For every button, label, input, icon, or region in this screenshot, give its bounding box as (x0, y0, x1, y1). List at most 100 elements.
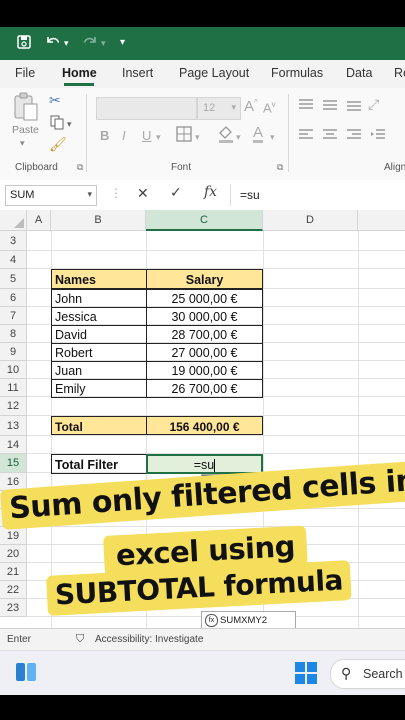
name-cell[interactable]: Jessica (51, 307, 147, 326)
name-cell[interactable]: Robert (51, 343, 147, 362)
column-header-d[interactable]: D (263, 210, 358, 231)
row-header[interactable]: 6 (0, 289, 27, 307)
borders-icon[interactable] (176, 126, 192, 145)
row-header[interactable]: 3 (0, 231, 27, 251)
row-header[interactable]: 12 (0, 397, 27, 416)
salary-cell[interactable]: 30 000,00 € (146, 307, 263, 326)
redo-dropdown-icon[interactable]: ▾ (101, 38, 106, 49)
customize-quick-access-icon[interactable]: ▾ (120, 37, 125, 48)
autocomplete-item[interactable]: fx SUMXMY2 (201, 611, 296, 628)
taskbar-search[interactable]: ⚲ Search (330, 659, 405, 689)
tab-formulas[interactable]: Formulas (271, 66, 323, 80)
paste-icon[interactable] (12, 92, 40, 125)
row-header[interactable]: 9 (0, 343, 27, 361)
borders-dropdown-icon[interactable]: ▾ (195, 132, 200, 143)
copy-icon[interactable] (49, 114, 65, 133)
align-middle-icon[interactable] (322, 98, 338, 115)
row-header[interactable]: 15 (0, 454, 27, 473)
name-cell[interactable]: Emily (51, 379, 147, 398)
bold-button[interactable]: B (100, 128, 109, 143)
row-header[interactable]: 18 (0, 509, 27, 527)
salary-cell[interactable]: 28 700,00 € (146, 325, 263, 344)
underline-dropdown-icon[interactable]: ▾ (156, 132, 161, 143)
cut-icon[interactable]: ✂ (49, 92, 61, 109)
paste-label[interactable]: Paste (12, 124, 39, 136)
worksheet-grid[interactable]: A B C D 3 4 5 6 7 8 9 10 11 12 13 14 15 16 17 18 19 20 21 2… (0, 210, 405, 628)
cancel-icon[interactable]: ✕ (137, 185, 149, 202)
fill-color-dropdown-icon[interactable]: ▾ (236, 132, 241, 143)
row-header[interactable]: 5 (0, 269, 27, 289)
salary-cell[interactable]: 26 700,00 € (146, 379, 263, 398)
formula-input[interactable]: =su (240, 188, 260, 202)
font-color-dropdown-icon[interactable]: ▾ (270, 132, 275, 143)
font-size-dropdown-icon[interactable]: ▾ (231, 102, 236, 113)
redo-icon[interactable] (80, 34, 100, 54)
total-filter-label-cell[interactable]: Total Filter (51, 454, 147, 474)
align-bottom-icon[interactable] (346, 98, 362, 115)
row-header[interactable]: 23 (0, 599, 27, 617)
widgets-icon[interactable] (15, 662, 37, 687)
font-launcher-icon[interactable]: ⧉ (277, 162, 283, 173)
salary-cell[interactable]: 27 000,00 € (146, 343, 263, 362)
undo-icon[interactable] (44, 34, 64, 54)
underline-button[interactable]: U (142, 128, 151, 143)
align-top-icon[interactable] (298, 98, 314, 115)
column-header-e[interactable] (358, 210, 405, 231)
row-header[interactable]: 14 (0, 436, 27, 454)
paste-dropdown-icon[interactable]: ▾ (20, 138, 25, 149)
function-autocomplete[interactable]: fx SUBSTITUTE (201, 474, 296, 492)
orientation-icon[interactable]: ⤢ (368, 96, 379, 113)
insert-function-icon[interactable]: fx (204, 184, 217, 200)
name-cell[interactable]: Juan (51, 361, 147, 380)
indent-icon[interactable] (370, 128, 386, 145)
total-label-cell[interactable]: Total (51, 416, 147, 435)
autosave-icon[interactable] (16, 34, 32, 54)
font-name-box[interactable] (96, 97, 197, 120)
autocomplete-item-highlighted[interactable]: fx SUBSTITUTE (202, 475, 295, 491)
tab-page-layout[interactable]: Page Layout (179, 66, 249, 80)
name-box[interactable]: SUM ▾ (5, 185, 97, 206)
column-header-b[interactable]: B (51, 210, 146, 231)
windows-start-icon[interactable] (295, 662, 317, 689)
salary-header-cell[interactable]: Salary (146, 269, 263, 289)
salary-cell[interactable]: 19 000,00 € (146, 361, 263, 380)
align-center-icon[interactable] (322, 128, 338, 145)
align-left-icon[interactable] (298, 128, 314, 145)
accessibility-status[interactable]: Accessibility: Investigate (95, 634, 203, 645)
row-header[interactable]: 10 (0, 361, 27, 379)
format-painter-icon[interactable]: 🖌 (49, 136, 67, 153)
copy-dropdown-icon[interactable]: ▾ (67, 119, 72, 130)
grow-font-icon[interactable]: A^ (244, 98, 258, 115)
salary-cell[interactable]: 25 000,00 € (146, 289, 263, 308)
row-header[interactable]: 17 (0, 491, 27, 509)
shrink-font-icon[interactable]: Av (263, 100, 276, 115)
undo-dropdown-icon[interactable]: ▾ (64, 38, 69, 49)
tab-file[interactable]: File (15, 66, 35, 80)
name-box-dropdown-icon[interactable]: ▾ (87, 189, 92, 200)
row-header[interactable]: 16 (0, 473, 27, 491)
font-size-box[interactable]: 12 ▾ (197, 97, 241, 120)
names-header-cell[interactable]: Names (51, 269, 147, 289)
total-filter-active-cell[interactable]: =su (146, 454, 263, 474)
font-color-icon[interactable]: A (253, 125, 264, 143)
more-options-icon[interactable]: ⋮ (110, 186, 122, 200)
clipboard-launcher-icon[interactable]: ⧉ (77, 162, 83, 173)
select-all-corner[interactable] (0, 210, 27, 231)
name-cell[interactable]: John (51, 289, 147, 308)
tab-insert[interactable]: Insert (122, 66, 153, 80)
row-header[interactable]: 4 (0, 251, 27, 269)
row-header[interactable]: 21 (0, 563, 27, 581)
row-header[interactable]: 20 (0, 545, 27, 563)
column-header-a[interactable]: A (27, 210, 51, 231)
fill-color-icon[interactable] (217, 125, 235, 146)
align-right-icon[interactable] (346, 128, 362, 145)
total-value-cell[interactable]: 156 400,00 € (146, 416, 263, 435)
row-header[interactable]: 19 (0, 527, 27, 545)
row-header[interactable]: 8 (0, 325, 27, 343)
tab-review[interactable]: Re (394, 66, 405, 80)
enter-icon[interactable]: ✓ (170, 184, 182, 201)
italic-button[interactable]: I (122, 128, 126, 143)
tab-home[interactable]: Home (62, 66, 97, 80)
row-header[interactable]: 7 (0, 307, 27, 325)
column-header-c[interactable]: C (146, 210, 263, 231)
